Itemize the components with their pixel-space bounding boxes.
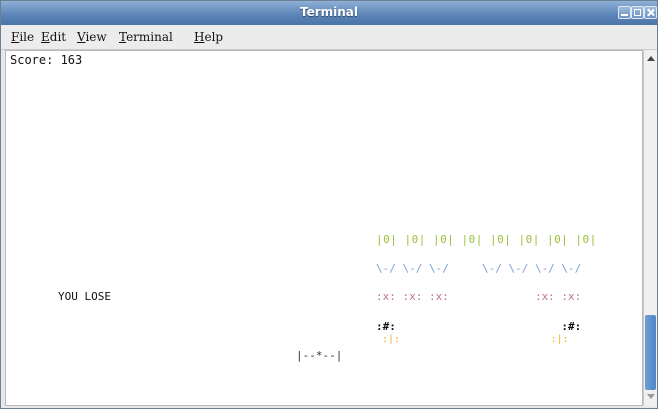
menu-bar: File Edit View Terminal Help <box>1 25 657 50</box>
menu-edit[interactable]: Edit <box>41 30 66 44</box>
invader-row-4: :#: :#: <box>376 320 582 333</box>
scrollbar-thumb[interactable] <box>645 315 656 390</box>
game-over-message: YOU LOSE <box>58 290 111 303</box>
title-bar[interactable]: Terminal <box>1 1 657 25</box>
invader-row-1: |0| |0| |0| |0| |0| |0| |0| |0| <box>376 233 597 246</box>
terminal-window: Terminal File Edit View Terminal Help Sc… <box>0 0 658 409</box>
invader-row-3: :x: :x: :x: :x: :x: <box>376 290 582 303</box>
terminal-output[interactable]: Score: 163 |0| |0| |0| |0| |0| |0| |0| |… <box>5 50 643 406</box>
invader-row-2: \-/ \-/ \-/ \-/ \-/ \-/ \-/ <box>376 262 582 275</box>
menu-help[interactable]: Help <box>194 30 223 44</box>
scroll-up-icon[interactable] <box>647 56 655 61</box>
menu-view[interactable]: View <box>77 30 107 44</box>
minimize-icon[interactable] <box>618 6 631 19</box>
player-ship: |--*--| <box>296 349 343 362</box>
score-text: Score: 163 <box>10 53 83 67</box>
invader-row-5: :|: :|: <box>376 334 569 345</box>
close-icon[interactable] <box>644 6 657 19</box>
window-title: Terminal <box>299 5 359 19</box>
vertical-scrollbar[interactable] <box>643 50 657 406</box>
menu-file[interactable]: File <box>11 30 34 44</box>
maximize-icon[interactable] <box>631 6 644 19</box>
scroll-down-icon[interactable] <box>647 394 655 399</box>
menu-terminal[interactable]: Terminal <box>119 30 173 44</box>
